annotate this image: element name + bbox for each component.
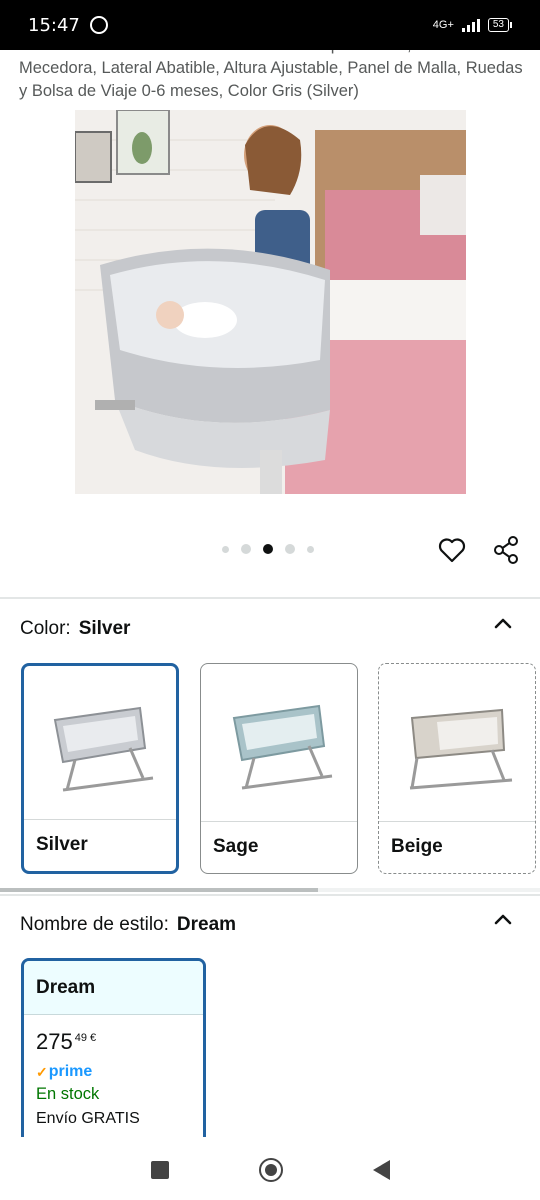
style-label: Nombre de estilo: bbox=[20, 914, 169, 935]
carousel-dot-active[interactable] bbox=[263, 544, 273, 554]
product-image[interactable] bbox=[75, 110, 466, 494]
back-button[interactable] bbox=[372, 1160, 390, 1180]
chevron-up-icon[interactable] bbox=[492, 908, 514, 930]
style-option-dream[interactable]: Dream 275 49 € ✓ prime En stock Envío GRAT… bbox=[21, 958, 206, 1158]
swatch-label: Silver bbox=[24, 819, 176, 871]
price: 275 49 € bbox=[24, 1015, 203, 1055]
network-label: 4G+ bbox=[432, 19, 454, 31]
swatch-label: Beige bbox=[379, 821, 535, 873]
status-time: 15:47 bbox=[28, 14, 80, 36]
status-indicators: 4G+ 53 bbox=[433, 18, 512, 32]
swatch-label: Sage bbox=[201, 821, 357, 873]
color-option-beige[interactable]: Beige bbox=[378, 663, 536, 874]
prime-check-icon: ✓ bbox=[36, 1063, 48, 1080]
swatch-scrollbar[interactable] bbox=[0, 888, 540, 892]
whatsapp-icon bbox=[89, 16, 108, 34]
heart-icon bbox=[438, 538, 466, 563]
section-divider bbox=[0, 894, 540, 896]
color-section-header[interactable]: Color: Silver bbox=[20, 618, 130, 640]
carousel-dot[interactable] bbox=[285, 544, 295, 554]
color-option-silver[interactable]: Silver bbox=[21, 663, 179, 874]
status-bar: 15:47 4G+ 53 bbox=[0, 0, 540, 50]
style-section-header[interactable]: Nombre de estilo: Dream bbox=[20, 914, 236, 936]
product-title-area: Chicco Next2Me Dream Cuna de Colecho par… bbox=[0, 50, 540, 110]
style-option-name: Dream bbox=[24, 961, 203, 1015]
share-icon bbox=[494, 536, 518, 564]
shipping-info: Envío GRATIS bbox=[36, 1110, 140, 1127]
prime-label: prime bbox=[48, 1063, 93, 1080]
battery-level: 53 bbox=[487, 18, 509, 32]
system-nav-bar bbox=[0, 1140, 540, 1200]
product-photo-illustration bbox=[75, 110, 466, 494]
style-selected-value: Dream bbox=[176, 914, 237, 935]
prime-badge: ✓ prime bbox=[24, 1055, 203, 1081]
price-fraction: 49 € bbox=[74, 1032, 97, 1044]
carousel-dot[interactable] bbox=[222, 545, 229, 553]
image-carousel-dots bbox=[222, 544, 314, 554]
wishlist-button[interactable] bbox=[436, 534, 468, 566]
swatch-image bbox=[379, 664, 535, 821]
product-title: Chicco Next2Me Dream Cuna de Colecho par… bbox=[19, 50, 523, 100]
color-selected-value: Silver bbox=[78, 618, 131, 639]
carousel-dot[interactable] bbox=[241, 544, 251, 554]
battery-icon: 53 bbox=[487, 18, 512, 32]
swatch-scrollbar-thumb[interactable] bbox=[0, 888, 318, 892]
share-button[interactable] bbox=[490, 534, 522, 566]
carousel-dot[interactable] bbox=[307, 545, 314, 553]
stock-status: En stock bbox=[36, 1085, 100, 1103]
price-whole: 275 bbox=[36, 1029, 73, 1054]
chevron-up-icon[interactable] bbox=[492, 612, 514, 634]
swatch-image bbox=[24, 666, 176, 823]
section-divider bbox=[0, 597, 540, 599]
home-button[interactable] bbox=[258, 1158, 283, 1182]
swatch-image bbox=[201, 664, 357, 821]
recents-button[interactable] bbox=[150, 1161, 169, 1179]
color-option-sage[interactable]: Sage bbox=[200, 663, 358, 874]
color-label: Color: bbox=[20, 618, 71, 639]
signal-icon bbox=[461, 18, 480, 32]
